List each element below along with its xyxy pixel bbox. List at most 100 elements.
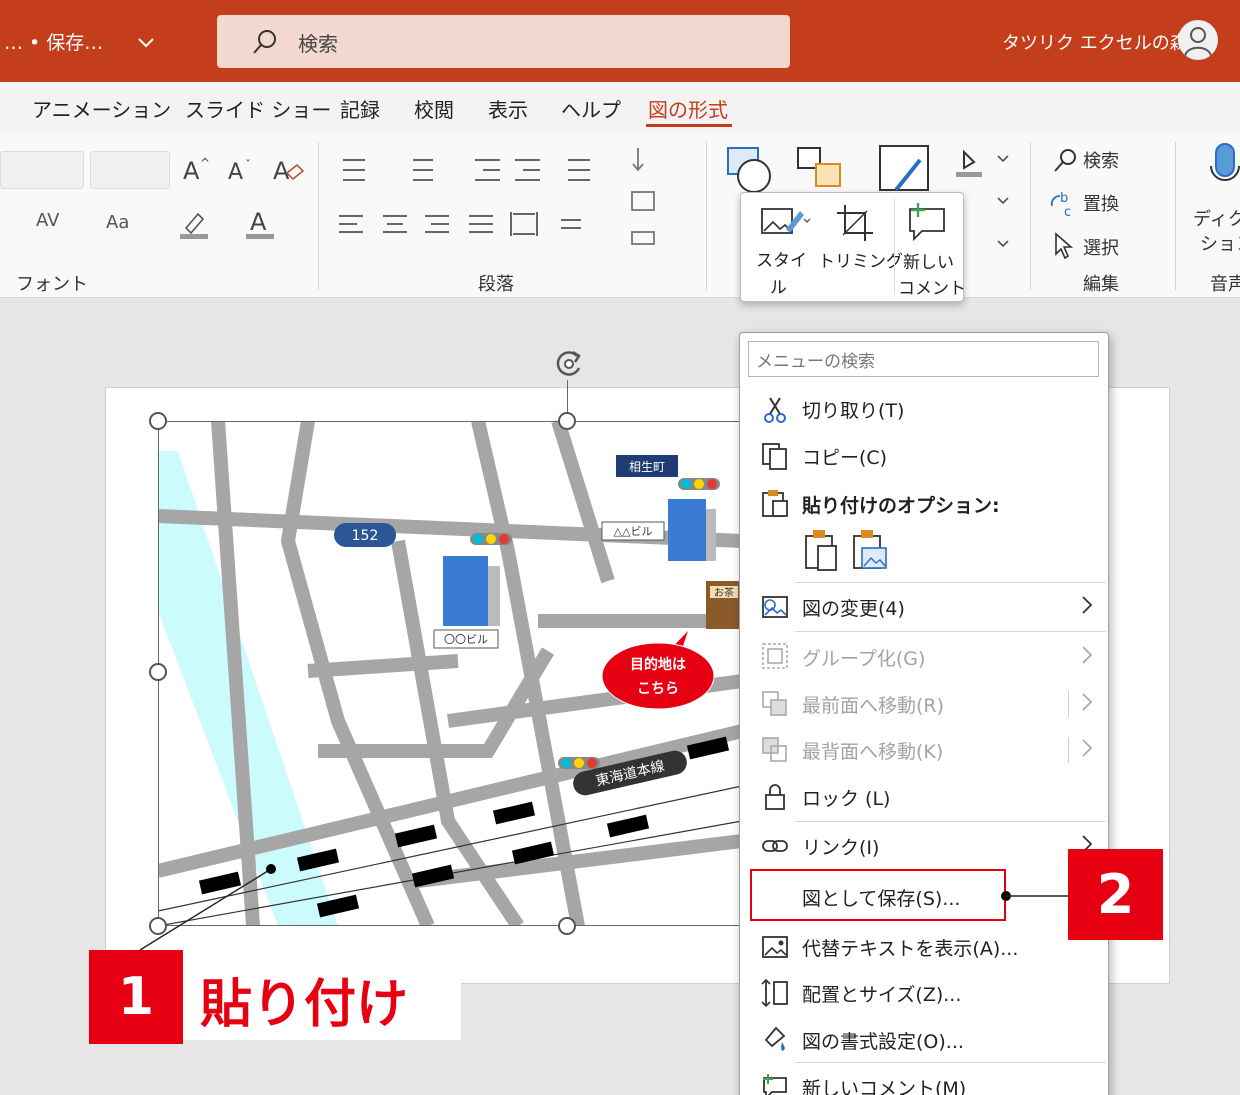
menu-item-lock[interactable]: ロック (L): [802, 784, 890, 811]
user-name: タツリク エクセルの森: [1002, 33, 1188, 54]
split-divider: [1068, 691, 1069, 717]
ribbon-separator: [318, 142, 319, 290]
dropdown-chevrons[interactable]: [995, 148, 1015, 268]
tab-help[interactable]: ヘルプ: [561, 94, 621, 123]
svg-text:A: A: [273, 157, 290, 185]
svg-text:b: b: [1060, 191, 1068, 206]
lock-icon: [765, 784, 785, 810]
menu-item-alt-text[interactable]: 代替テキストを表示(A)...: [802, 934, 1018, 961]
split-divider: [1068, 737, 1069, 763]
chevron-down-icon[interactable]: [136, 32, 156, 52]
comment-icon: [763, 1074, 787, 1095]
resize-handle[interactable]: [149, 412, 167, 430]
new-comment-line2[interactable]: コメント: [898, 274, 966, 299]
size-icon: [761, 978, 788, 1008]
paste-icon: [762, 490, 788, 517]
paste-option-buttons[interactable]: [802, 528, 892, 574]
menu-item-paste-options: 貼り付けのオプション:: [802, 495, 1000, 517]
menu-item-format-picture[interactable]: 図の書式設定(O)...: [802, 1027, 964, 1054]
svg-text:A: A: [250, 208, 267, 236]
style-button-line1[interactable]: スタイ: [756, 246, 807, 271]
new-comment-line1[interactable]: 新しい: [903, 248, 954, 273]
tab-view[interactable]: 表示: [488, 94, 528, 123]
group-label-font: フォント: [16, 274, 88, 295]
font-family-dropdown[interactable]: [0, 151, 84, 189]
tab-animations[interactable]: アニメーション: [32, 94, 171, 123]
menu-item-new-comment[interactable]: 新しいコメント(M): [802, 1074, 966, 1095]
crop-icon[interactable]: [835, 203, 875, 243]
active-tab-underline: [646, 124, 732, 127]
menu-separator: [795, 582, 1106, 583]
font-size-dropdown[interactable]: [90, 151, 170, 189]
style-button-line2[interactable]: ル: [770, 273, 787, 298]
select-cursor-icon: [1055, 232, 1074, 260]
menu-item-send-to-back[interactable]: 最背面へ移動(K): [802, 737, 943, 764]
menu-item-change-picture[interactable]: 図の変更(4): [802, 594, 905, 621]
menu-item-copy[interactable]: コピー(C): [802, 443, 887, 470]
callout-one-label: 貼り付け: [200, 975, 409, 1035]
group-icon: [762, 643, 788, 669]
callout-one-leader: [139, 864, 276, 951]
microphone-icon: [1210, 143, 1240, 181]
callout-one-number: 1: [89, 950, 183, 1044]
menu-separator: [795, 1062, 1106, 1063]
format-picture-icon: [764, 1026, 786, 1051]
search-placeholder: 検索: [298, 32, 338, 56]
copy-icon: [762, 443, 787, 470]
dictate-button-line2[interactable]: ション: [1200, 230, 1240, 256]
find-button[interactable]: 検索: [1083, 147, 1119, 173]
avatar[interactable]: [1178, 20, 1218, 60]
replace-icon: bc: [1050, 191, 1071, 218]
trim-button[interactable]: トリミング: [818, 247, 903, 272]
menu-item-size-position[interactable]: 配置とサイズ(Z)...: [802, 980, 961, 1007]
menu-search-placeholder: メニューの検索: [756, 352, 875, 372]
new-comment-icon[interactable]: [904, 201, 950, 241]
resize-handle[interactable]: [558, 412, 576, 430]
svg-text:c: c: [1064, 205, 1071, 218]
dictate-button-line1[interactable]: ディク: [1193, 205, 1240, 231]
svg-text:ˇ: ˇ: [245, 158, 251, 172]
resize-handle[interactable]: [149, 663, 167, 681]
tab-picture-format[interactable]: 図の形式: [648, 94, 728, 123]
menu-item-link[interactable]: リンク(I): [802, 833, 879, 860]
chevron-right-icon: [1082, 693, 1093, 711]
highlight-color-icon[interactable]: A: [178, 206, 298, 240]
tab-record[interactable]: 記録: [340, 94, 380, 123]
document-title[interactable]: … • 保存…: [4, 28, 103, 55]
scissors-icon: [764, 397, 786, 423]
menu-item-group[interactable]: グループ化(G): [802, 644, 925, 671]
font-size-buttons[interactable]: A ^ Aˇ A: [183, 155, 313, 185]
resize-handle[interactable]: [558, 917, 576, 935]
select-button[interactable]: 選択: [1083, 234, 1119, 260]
menu-item-save-as-picture[interactable]: 図として保存(S)...: [802, 884, 960, 911]
bring-front-icon: [762, 691, 787, 716]
text-direction-icons[interactable]: [628, 144, 688, 254]
tab-review[interactable]: 校閲: [414, 94, 454, 123]
group-label-paragraph: 段落: [478, 274, 514, 295]
style-picture-icon[interactable]: [758, 203, 814, 243]
rotate-handle-icon[interactable]: [551, 346, 587, 382]
paragraph-controls-icon[interactable]: [335, 150, 615, 250]
group-label-editing: 編集: [1083, 274, 1119, 295]
svg-text:A: A: [228, 160, 243, 185]
search-icon: [253, 30, 276, 54]
change-case-button[interactable]: Aa: [106, 212, 129, 233]
menu-item-bring-to-front[interactable]: 最前面へ移動(R): [802, 691, 944, 718]
change-picture-icon: [762, 596, 788, 618]
ribbon-separator: [1030, 142, 1031, 290]
send-back-icon: [762, 737, 787, 762]
svg-text:^: ^: [200, 156, 210, 170]
person-icon: [1184, 27, 1212, 57]
ribbon-separator: [706, 142, 707, 290]
callout-two-leader: [1001, 891, 1072, 901]
selection-frame: [158, 421, 742, 926]
group-label-voice: 音声: [1210, 274, 1240, 295]
menu-item-cut[interactable]: 切り取り(T): [802, 396, 904, 423]
tab-slideshow[interactable]: スライド ショー: [185, 94, 331, 123]
replace-button[interactable]: 置換: [1083, 190, 1119, 216]
character-spacing-button[interactable]: AV: [36, 210, 59, 231]
chevron-right-icon: [1082, 596, 1093, 614]
mini-toolbar-divider: [894, 198, 895, 294]
svg-text:A: A: [183, 157, 200, 185]
ribbon-separator: [1175, 142, 1176, 290]
